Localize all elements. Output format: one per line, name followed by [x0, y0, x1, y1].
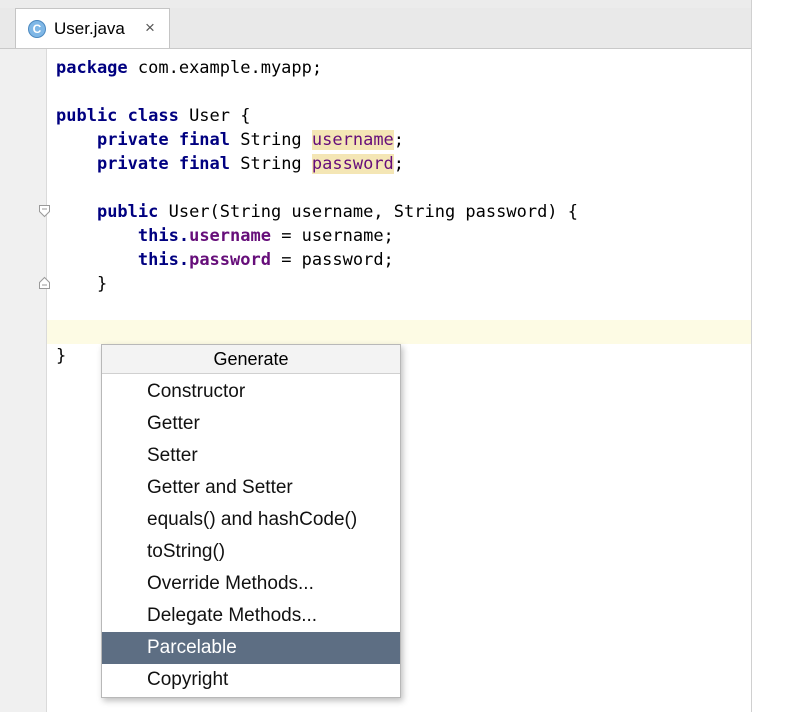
- code-text: User(String username, String password) {: [158, 202, 579, 222]
- editor-gutter[interactable]: [0, 49, 46, 712]
- menu-item-tostring[interactable]: toString(): [102, 536, 400, 568]
- field-usage-highlight: password: [311, 154, 394, 174]
- closing-brace: }: [56, 346, 67, 366]
- code-text: com.example.myapp;: [127, 58, 323, 78]
- menu-item-constructor[interactable]: Constructor: [102, 376, 400, 408]
- close-icon[interactable]: ×: [145, 18, 155, 38]
- code-text: = password;: [270, 250, 394, 270]
- class-icon: C: [28, 20, 46, 38]
- menu-item-override-methods[interactable]: Override Methods...: [102, 568, 400, 600]
- keyword: private final: [96, 130, 231, 150]
- tab-label: User.java: [54, 19, 125, 38]
- menu-item-getter-and-setter[interactable]: Getter and Setter: [102, 472, 400, 504]
- field-reference: username: [189, 226, 271, 246]
- code-text: String: [230, 154, 312, 174]
- tab-user-java[interactable]: C User.java ×: [15, 8, 170, 48]
- top-strip: [0, 0, 752, 8]
- code-text: = username;: [270, 226, 394, 246]
- editor-right-edge: [751, 0, 752, 712]
- menu-item-delegate-methods[interactable]: Delegate Methods...: [102, 600, 400, 632]
- popup-title: Generate: [102, 345, 400, 374]
- generate-menu: Constructor Getter Setter Getter and Set…: [102, 374, 400, 696]
- keyword: public class: [56, 106, 179, 126]
- closing-brace: }: [96, 274, 108, 294]
- keyword: public: [96, 202, 159, 222]
- field-usage-highlight: username: [311, 130, 394, 150]
- code-text: User {: [178, 106, 251, 126]
- code-editor[interactable]: package com.example.myapp; public class …: [56, 56, 578, 368]
- menu-item-copyright[interactable]: Copyright: [102, 664, 400, 696]
- keyword: private final: [96, 154, 231, 174]
- keyword: this.: [137, 226, 190, 246]
- menu-item-parcelable[interactable]: Parcelable: [102, 632, 400, 664]
- field-reference: password: [189, 250, 271, 270]
- generate-popup: Generate Constructor Getter Setter Gette…: [101, 344, 401, 698]
- gutter-divider: [46, 49, 47, 712]
- keyword: package: [56, 58, 128, 78]
- fold-end-icon[interactable]: [38, 276, 51, 290]
- menu-item-getter[interactable]: Getter: [102, 408, 400, 440]
- code-text: String: [230, 130, 312, 150]
- menu-item-setter[interactable]: Setter: [102, 440, 400, 472]
- fold-start-icon[interactable]: [38, 204, 51, 218]
- editor-tab-bar: C User.java ×: [0, 8, 752, 49]
- keyword: this.: [137, 250, 190, 270]
- menu-item-equals-hashcode[interactable]: equals() and hashCode(): [102, 504, 400, 536]
